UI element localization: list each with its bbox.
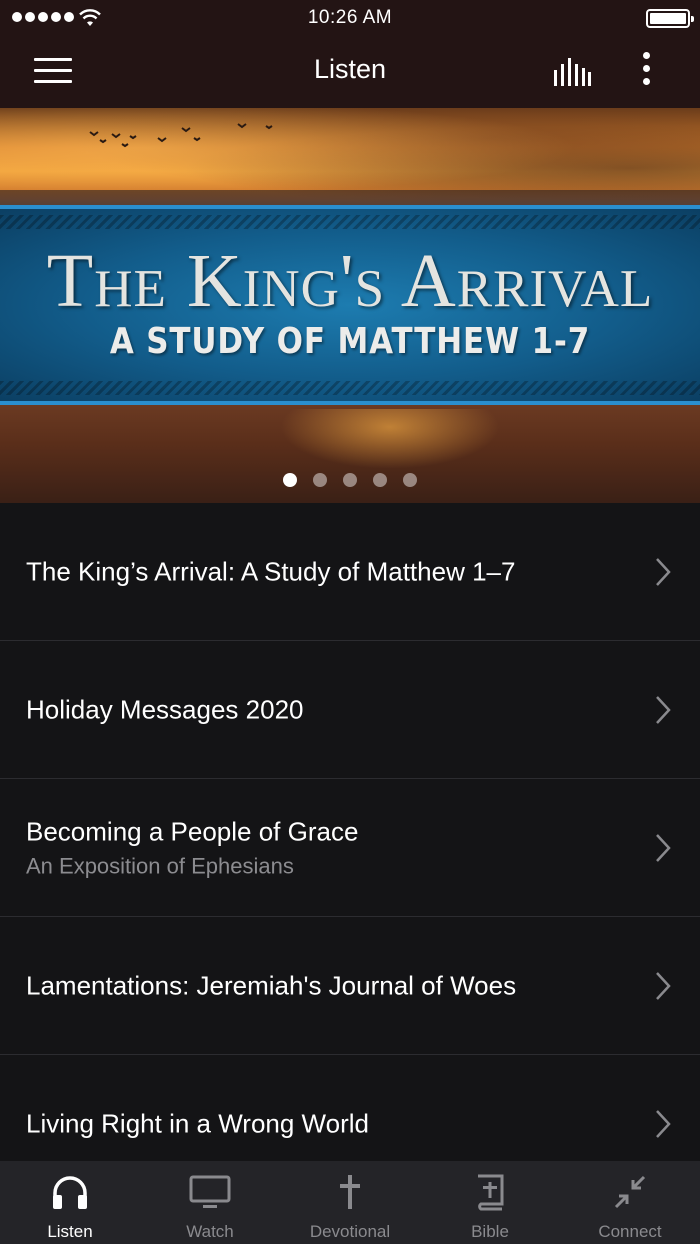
- tab-bar: Listen Watch Devotional Bible Connect: [0, 1161, 700, 1244]
- page-dot[interactable]: [373, 473, 387, 487]
- tab-devotional[interactable]: Devotional: [280, 1161, 420, 1244]
- banner-title: The King's Arrival: [46, 239, 654, 323]
- series-title: Becoming a People of Grace: [26, 816, 359, 846]
- battery-icon: [646, 9, 694, 28]
- tab-label: Listen: [47, 1222, 93, 1241]
- more-options-button[interactable]: [636, 52, 656, 92]
- birds-decoration: [89, 123, 273, 148]
- series-list-item[interactable]: Lamentations: Jeremiah's Journal of Woes: [0, 917, 700, 1055]
- page-dot[interactable]: [403, 473, 417, 487]
- page-title: Listen: [313, 54, 387, 84]
- tab-connect[interactable]: Connect: [560, 1161, 700, 1244]
- navigation-bar: Listen: [0, 36, 700, 108]
- tab-label: Devotional: [309, 1222, 391, 1241]
- series-title: Holiday Messages 2020: [26, 694, 304, 724]
- series-list-item[interactable]: Becoming a People of Grace An Exposition…: [0, 779, 700, 917]
- series-list: The King’s Arrival: A Study of Matthew 1…: [0, 503, 700, 1193]
- monitor-icon: [189, 1175, 231, 1208]
- bible-icon: [478, 1174, 504, 1211]
- series-list-item[interactable]: The King’s Arrival: A Study of Matthew 1…: [0, 503, 700, 641]
- series-title: Living Right in a Wrong World: [26, 1108, 369, 1138]
- top-bar: 10:26 AM Listen: [0, 0, 700, 108]
- series-subtitle: An Exposition of Ephesians: [26, 853, 294, 878]
- page-dot[interactable]: [283, 473, 297, 487]
- tab-label: Bible: [471, 1222, 509, 1241]
- chevron-right-icon: [656, 833, 671, 862]
- status-time: 10:26 AM: [307, 7, 393, 28]
- banner-subtitle: A STUDY OF MATTHEW 1-7: [109, 321, 591, 362]
- tab-label: Connect: [598, 1222, 662, 1241]
- tab-watch[interactable]: Watch: [140, 1161, 280, 1244]
- chevron-right-icon: [656, 1109, 671, 1138]
- cross-icon: [340, 1175, 360, 1209]
- series-title: Lamentations: Jeremiah's Journal of Woes: [26, 970, 517, 1000]
- tab-label: Watch: [186, 1222, 234, 1241]
- chevron-right-icon: [656, 557, 671, 586]
- featured-banner[interactable]: The King's Arrival A STUDY OF MATTHEW 1-…: [0, 108, 700, 503]
- page-dot[interactable]: [343, 473, 357, 487]
- chevron-right-icon: [656, 695, 671, 724]
- headphones-icon: [53, 1176, 87, 1209]
- page-indicator: [0, 473, 700, 487]
- tab-listen[interactable]: Listen: [0, 1161, 140, 1244]
- status-bar: 10:26 AM: [0, 0, 700, 36]
- series-list-item[interactable]: Holiday Messages 2020: [0, 641, 700, 779]
- tab-bible[interactable]: Bible: [420, 1161, 560, 1244]
- connect-arrows-icon: [614, 1175, 646, 1209]
- page-dot[interactable]: [313, 473, 327, 487]
- audio-levels-icon[interactable]: [552, 56, 592, 88]
- chevron-right-icon: [656, 971, 671, 1000]
- series-title: The King’s Arrival: A Study of Matthew 1…: [26, 556, 516, 586]
